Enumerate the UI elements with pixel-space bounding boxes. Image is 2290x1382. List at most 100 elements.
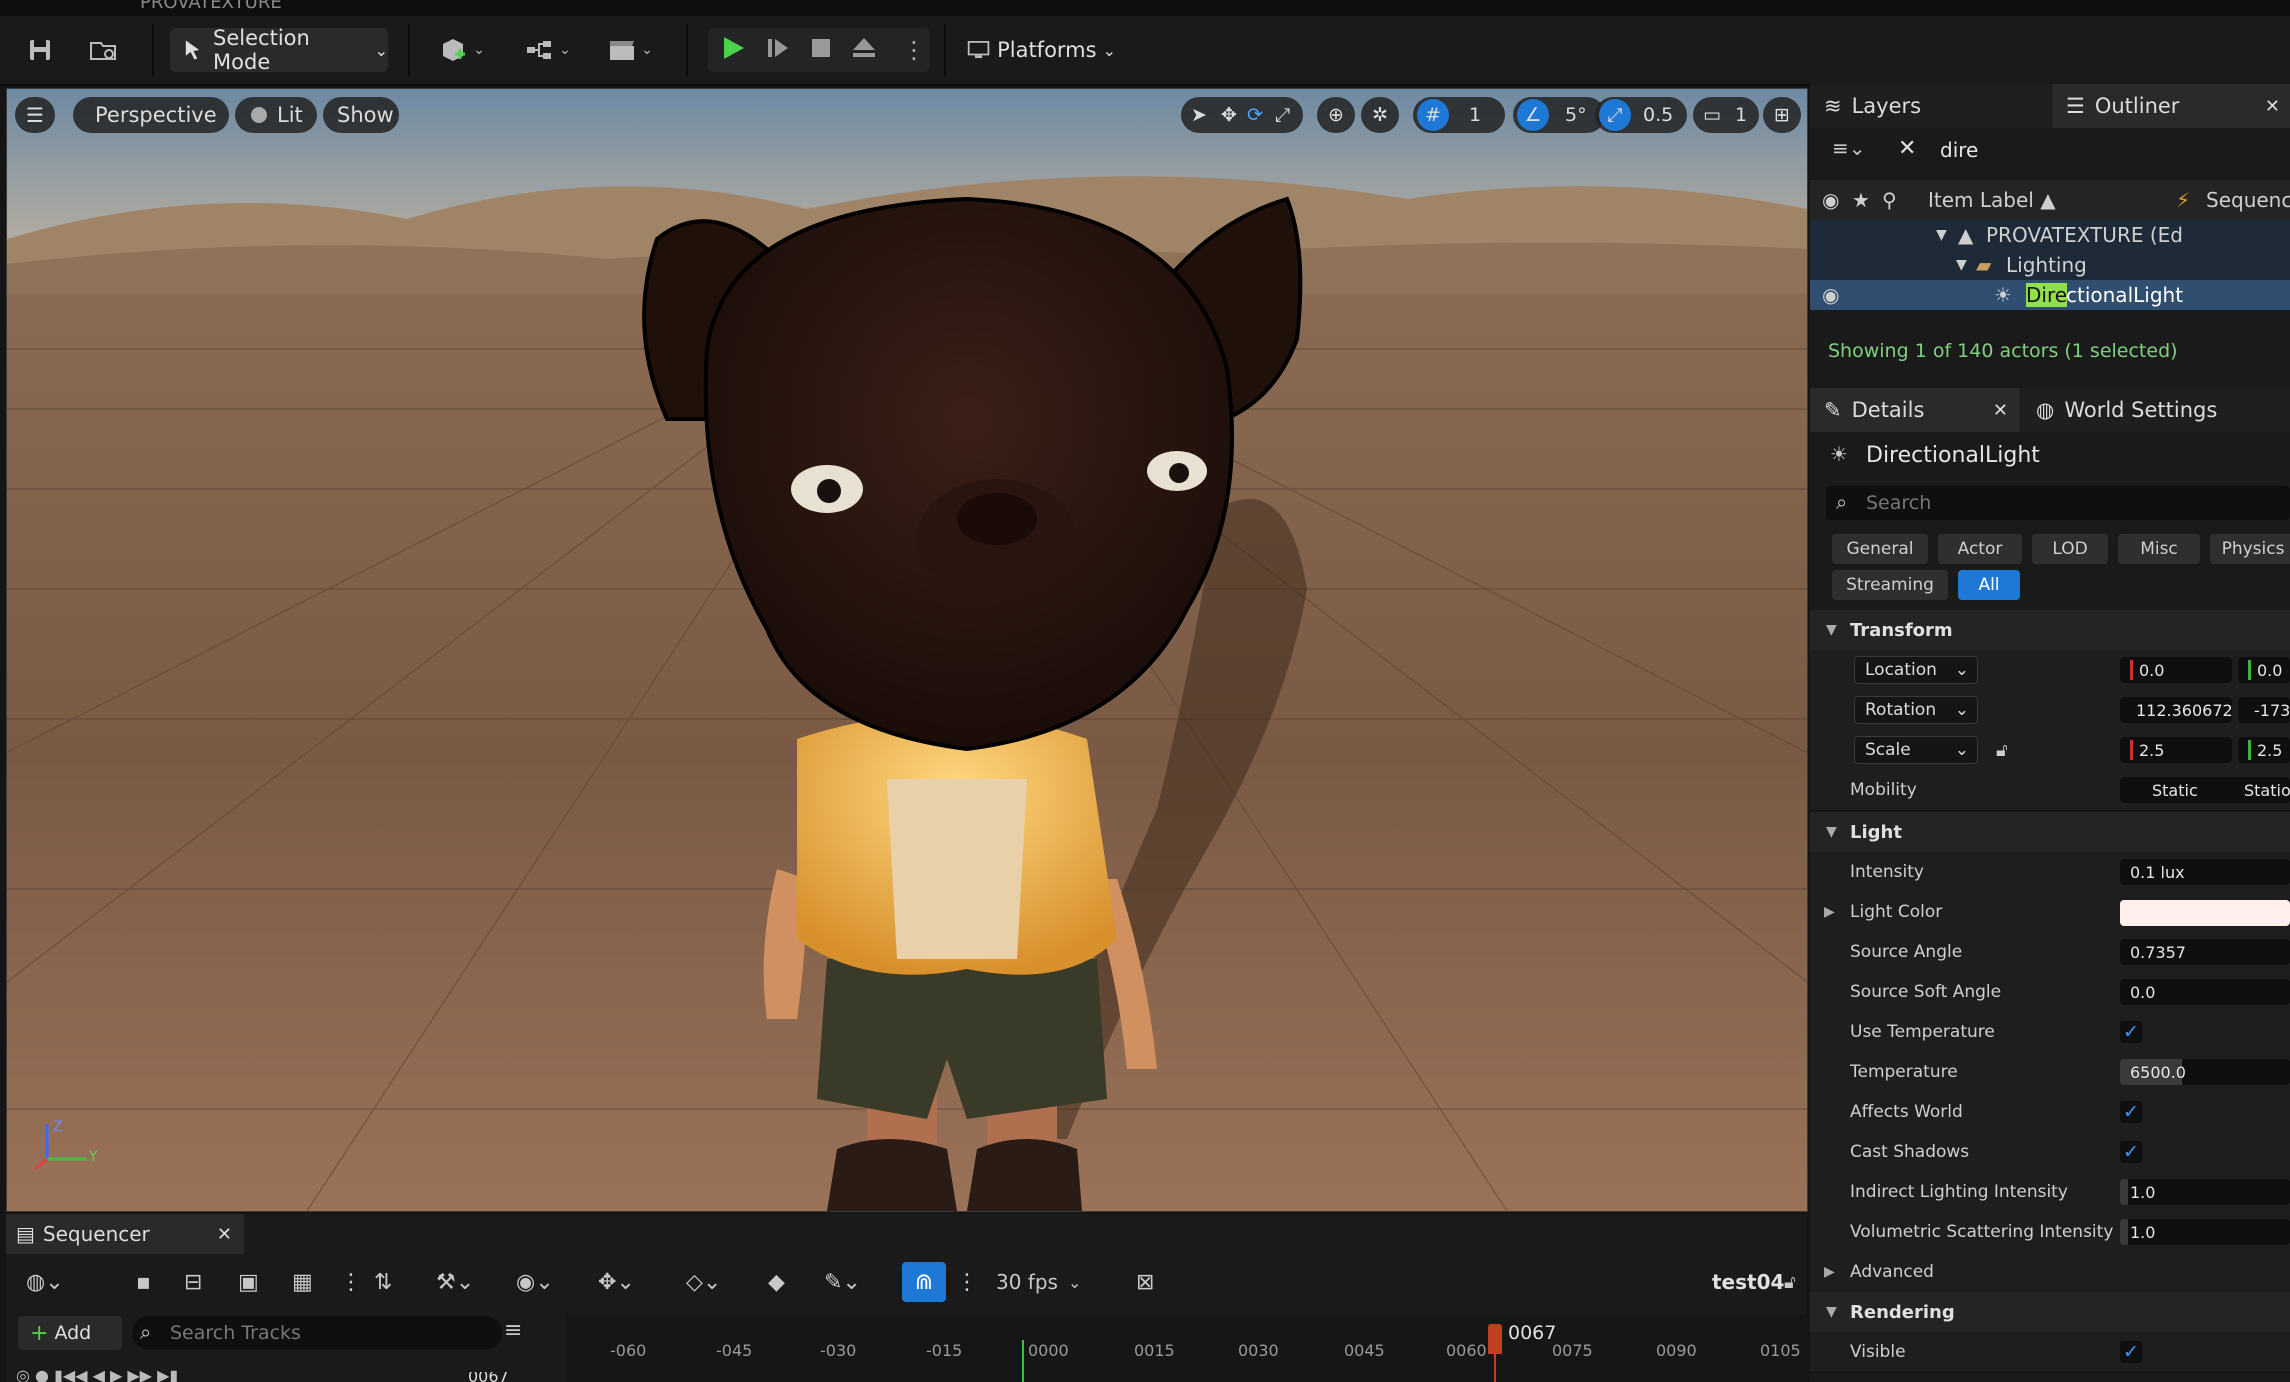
expand-arrow-icon[interactable]: ▼: [1956, 257, 1967, 273]
playback-icon[interactable]: ✥⌄: [598, 1262, 635, 1302]
rotation-x[interactable]: 112.360672: [2120, 697, 2233, 723]
expand-arrow-icon[interactable]: ▶: [1824, 904, 1835, 920]
playhead-marker[interactable]: [1488, 1324, 1502, 1354]
affects-world-checkbox[interactable]: ✓: [2120, 1101, 2142, 1123]
indirect-field[interactable]: 1.0: [2120, 1179, 2290, 1205]
add-actor-icon[interactable]: ⌄: [432, 28, 492, 72]
list-item-selected[interactable]: ◉ ☀ Dire ctionalLight: [1810, 280, 2290, 310]
clear-search-icon[interactable]: ✕: [1898, 136, 1916, 161]
camera-speed-button[interactable]: ▭ 1: [1693, 97, 1759, 133]
visibility-icon[interactable]: ◉: [1822, 283, 1839, 307]
lock-icon[interactable]: 🔓︎: [1996, 740, 2008, 761]
snap-icon[interactable]: ⋒: [902, 1262, 946, 1302]
filter-streaming[interactable]: Streaming: [1832, 570, 1948, 600]
pencil-icon[interactable]: ✎⌄: [824, 1262, 861, 1302]
outliner-search-input[interactable]: dire: [1940, 138, 1978, 162]
scale-icon[interactable]: ⤢: [1275, 104, 1290, 126]
show-button[interactable]: Show: [323, 97, 399, 133]
save-icon[interactable]: [20, 28, 60, 72]
browse-icon[interactable]: ⊟: [184, 1262, 202, 1302]
light-color-swatch[interactable]: [2120, 900, 2290, 926]
scale-dropdown[interactable]: Scale ⌄: [1854, 736, 1978, 764]
pin-icon[interactable]: ★: [1852, 188, 1870, 212]
filter-all[interactable]: All: [1958, 570, 2020, 600]
render-icon[interactable]: ▣: [238, 1262, 259, 1302]
tab-outliner[interactable]: ☰ Outliner ✕: [2052, 84, 2290, 128]
temperature-field[interactable]: 6500.0: [2120, 1059, 2290, 1085]
track-filter-icon[interactable]: ≡: [504, 1318, 522, 1343]
world-local-button[interactable]: ⊕: [1317, 97, 1355, 133]
section-transform[interactable]: ▼ Transform: [1810, 610, 2290, 651]
filter-misc[interactable]: Misc: [2118, 534, 2200, 564]
list-item[interactable]: ▼ ▲ PROVATEXTURE (Ed: [1810, 220, 2290, 250]
transport-icons[interactable]: ◎ ● ▮◀◀ ◀ ▶ ▶▶ ▶▮: [16, 1370, 178, 1382]
location-x[interactable]: 0.0: [2120, 657, 2232, 683]
surface-snap-button[interactable]: ✲: [1361, 97, 1399, 133]
play-icon[interactable]: [718, 33, 748, 68]
lock-icon[interactable]: ⚲: [1882, 188, 1897, 212]
browse-icon[interactable]: [84, 28, 124, 72]
key-icon[interactable]: ◇⌄: [686, 1262, 721, 1302]
save-icon[interactable]: ▪: [136, 1262, 151, 1302]
use-temperature-checkbox[interactable]: ✓: [2120, 1021, 2142, 1043]
mobility-static[interactable]: Static Statio: [2120, 777, 2290, 803]
eject-icon[interactable]: [850, 35, 878, 66]
lock-icon[interactable]: 🔓︎: [1784, 1262, 1796, 1302]
move-icon[interactable]: ✥: [1221, 104, 1237, 126]
source-soft-angle-field[interactable]: 0.0: [2120, 979, 2290, 1005]
filter-actor[interactable]: Actor: [1938, 534, 2022, 564]
section-advanced[interactable]: ▶ Advanced: [1810, 1252, 2290, 1293]
rotate-icon[interactable]: ⟳: [1247, 104, 1263, 126]
tab-layers[interactable]: ≋ Layers: [1810, 84, 2050, 128]
visible-checkbox[interactable]: ✓: [2120, 1341, 2142, 1363]
eye-icon[interactable]: ◉⌄: [516, 1262, 554, 1302]
details-search[interactable]: ⌕ Search: [1826, 486, 2290, 520]
filter-general[interactable]: General: [1832, 534, 1928, 564]
rotation-y[interactable]: -173.0: [2238, 697, 2290, 723]
viewport-menu-button[interactable]: ☰: [15, 97, 55, 133]
expand-arrow-icon[interactable]: ▼: [1936, 227, 1947, 243]
list-item[interactable]: ▼ ▰ Lighting: [1810, 250, 2290, 280]
more-icon[interactable]: ⋮: [340, 1262, 362, 1302]
angle-snap-button[interactable]: ∠ 5°: [1513, 97, 1605, 133]
rotation-dropdown[interactable]: Rotation ⌄: [1854, 696, 1978, 724]
column-item-label[interactable]: Item Label ▲: [1928, 188, 2056, 212]
more-icon[interactable]: ⋮: [902, 36, 926, 64]
scale-y[interactable]: 2.5: [2238, 737, 2290, 763]
clapper-icon[interactable]: ▦: [292, 1262, 313, 1302]
cast-shadows-checkbox[interactable]: ✓: [2120, 1141, 2142, 1163]
location-y[interactable]: 0.0: [2238, 657, 2290, 683]
wrench-icon[interactable]: ⚒⌄: [436, 1262, 474, 1302]
location-dropdown[interactable]: Location ⌄: [1854, 656, 1978, 684]
world-icon[interactable]: ◍⌄: [26, 1262, 64, 1302]
tab-details[interactable]: ✎ Details ✕: [1810, 388, 2020, 432]
close-icon[interactable]: ✕: [2265, 96, 2280, 117]
grid-snap-button[interactable]: # 1: [1413, 97, 1505, 133]
visibility-icon[interactable]: ◉: [1822, 188, 1839, 212]
close-icon[interactable]: ✕: [1993, 400, 2008, 421]
scale-x[interactable]: 2.5: [2120, 737, 2232, 763]
layout-button[interactable]: ⊞: [1763, 97, 1801, 133]
more-icon[interactable]: ⋮: [956, 1262, 978, 1302]
select-icon[interactable]: ➤: [1191, 104, 1207, 126]
add-track-button[interactable]: + Add: [18, 1316, 122, 1350]
section-light[interactable]: ▼ Light: [1810, 812, 2290, 853]
filter-lod[interactable]: LOD: [2032, 534, 2108, 564]
tab-sequencer[interactable]: ▤ Sequencer ✕: [6, 1214, 244, 1254]
perspective-button[interactable]: Perspective: [73, 97, 229, 133]
section-rendering[interactable]: ▼ Rendering: [1810, 1292, 2290, 1333]
step-icon[interactable]: [764, 34, 792, 67]
selection-mode-dropdown[interactable]: Selection Mode ⌄: [170, 26, 388, 74]
key-filled-icon[interactable]: ◆: [768, 1262, 785, 1302]
filter-icon[interactable]: ≡⌄: [1832, 136, 1866, 160]
lit-button[interactable]: Lit: [235, 97, 317, 133]
curve-icon[interactable]: ⇅: [374, 1262, 392, 1302]
intensity-field[interactable]: 0.1 lux: [2120, 859, 2290, 885]
timeline-options-icon[interactable]: ⊠: [1136, 1262, 1154, 1302]
column-sequencer[interactable]: Sequence: [2206, 188, 2290, 212]
tab-world-settings[interactable]: ◍ World Settings: [2022, 388, 2290, 432]
close-icon[interactable]: ✕: [217, 1224, 232, 1245]
volumetric-field[interactable]: 1.0: [2120, 1219, 2290, 1245]
stop-icon[interactable]: [808, 35, 834, 66]
cinematics-icon[interactable]: ⌄: [600, 28, 660, 72]
